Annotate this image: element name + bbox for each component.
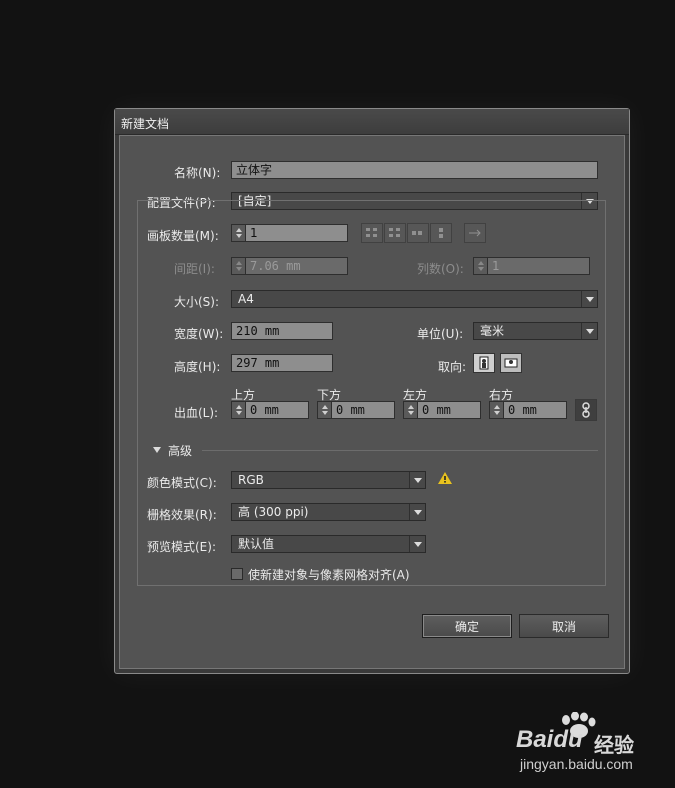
- chevron-down-icon: [409, 472, 425, 488]
- dialog-titlebar[interactable]: 新建文档: [115, 109, 629, 135]
- arrange-by-column-icon[interactable]: [430, 223, 452, 243]
- stepper-arrows-icon[interactable]: [490, 402, 504, 418]
- new-document-dialog: 新建文档 名称(N): 立体字 配置文件(P): [自定] 画板数量(M): 1: [114, 108, 630, 674]
- link-icon[interactable]: [575, 399, 597, 421]
- height-input[interactable]: 297 mm: [231, 354, 333, 372]
- arrange-by-row-icon[interactable]: [407, 223, 429, 243]
- width-label: 宽度(W):: [174, 327, 224, 341]
- ok-button[interactable]: 确定: [422, 614, 512, 638]
- preview-mode-label: 预览模式(E):: [147, 540, 216, 554]
- stepper-arrows-icon[interactable]: [232, 402, 246, 418]
- color-mode-label: 颜色模式(C):: [147, 476, 217, 490]
- stepper-arrows-icon[interactable]: [404, 402, 418, 418]
- size-dropdown[interactable]: A4: [231, 290, 598, 308]
- watermark-brand: Baidu: [516, 726, 583, 753]
- width-input[interactable]: 210 mm: [231, 322, 333, 340]
- columns-label: 列数(O):: [417, 262, 464, 276]
- advanced-divider: [202, 450, 598, 451]
- dialog-body: 名称(N): 立体字 配置文件(P): [自定] 画板数量(M): 1 间距(I…: [119, 135, 625, 669]
- stepper-arrows-icon[interactable]: [474, 258, 488, 274]
- stepper-arrows-icon[interactable]: [232, 225, 246, 241]
- chevron-down-icon: [581, 291, 597, 307]
- advanced-label[interactable]: 高级: [168, 442, 192, 459]
- units-dropdown[interactable]: 毫米: [473, 322, 598, 340]
- color-mode-dropdown[interactable]: RGB: [231, 471, 426, 489]
- columns-value: 1: [492, 259, 500, 273]
- spacing-label: 间距(I):: [174, 262, 215, 276]
- orientation-label: 取向:: [438, 360, 467, 374]
- spacing-stepper[interactable]: 7.06 mm: [231, 257, 348, 275]
- spacing-value: 7.06 mm: [250, 259, 301, 273]
- grid-by-row-icon[interactable]: [361, 223, 383, 243]
- chevron-down-icon: [409, 536, 425, 552]
- watermark-url: jingyan.baidu.com: [520, 756, 633, 772]
- collapse-triangle-icon[interactable]: [153, 447, 161, 453]
- preview-mode-dropdown[interactable]: 默认值: [231, 535, 426, 553]
- bleed-bottom-value: 0 mm: [336, 403, 365, 417]
- columns-stepper[interactable]: 1: [473, 257, 590, 275]
- name-input[interactable]: 立体字: [231, 161, 598, 179]
- align-pixel-grid-label[interactable]: 使新建对象与像素网格对齐(A): [248, 566, 410, 583]
- warning-icon: [437, 471, 453, 488]
- height-label: 高度(H):: [174, 360, 221, 374]
- preview-mode-value: 默认值: [238, 537, 275, 551]
- chevron-down-icon: [581, 323, 597, 339]
- size-label: 大小(S):: [174, 295, 220, 309]
- dialog-title: 新建文档: [121, 117, 170, 131]
- bleed-left-value: 0 mm: [422, 403, 451, 417]
- color-mode-value: RGB: [238, 473, 264, 487]
- portrait-icon[interactable]: [473, 353, 495, 373]
- raster-effects-dropdown[interactable]: 高 (300 ppi): [231, 503, 426, 521]
- units-label: 单位(U):: [417, 327, 464, 341]
- artboard-count-value: 1: [250, 226, 258, 240]
- bleed-bottom-stepper[interactable]: 0 mm: [317, 401, 395, 419]
- bleed-right-stepper[interactable]: 0 mm: [489, 401, 567, 419]
- watermark-brand-suffix: 经验: [594, 733, 634, 757]
- stepper-arrows-icon[interactable]: [318, 402, 332, 418]
- artboard-count-label: 画板数量(M):: [147, 229, 219, 243]
- raster-effects-value: 高 (300 ppi): [238, 505, 309, 519]
- stepper-arrows-icon[interactable]: [232, 258, 246, 274]
- bleed-top-value: 0 mm: [250, 403, 279, 417]
- bleed-top-stepper[interactable]: 0 mm: [231, 401, 309, 419]
- arrow-right-icon[interactable]: [464, 223, 486, 243]
- artboard-count-stepper[interactable]: 1: [231, 224, 348, 242]
- landscape-icon[interactable]: [500, 353, 522, 373]
- bleed-left-stepper[interactable]: 0 mm: [403, 401, 481, 419]
- baidu-watermark: Baidu 经验 jingyan.baidu.com: [516, 712, 666, 776]
- grid-by-column-icon[interactable]: [384, 223, 406, 243]
- align-pixel-grid-checkbox[interactable]: [231, 568, 243, 580]
- chevron-down-icon: [409, 504, 425, 520]
- size-value: A4: [238, 292, 254, 306]
- bleed-right-value: 0 mm: [508, 403, 537, 417]
- units-value: 毫米: [480, 324, 505, 338]
- raster-effects-label: 栅格效果(R):: [147, 508, 217, 522]
- bleed-label: 出血(L):: [174, 406, 219, 420]
- cancel-button[interactable]: 取消: [519, 614, 609, 638]
- name-label: 名称(N):: [174, 166, 221, 180]
